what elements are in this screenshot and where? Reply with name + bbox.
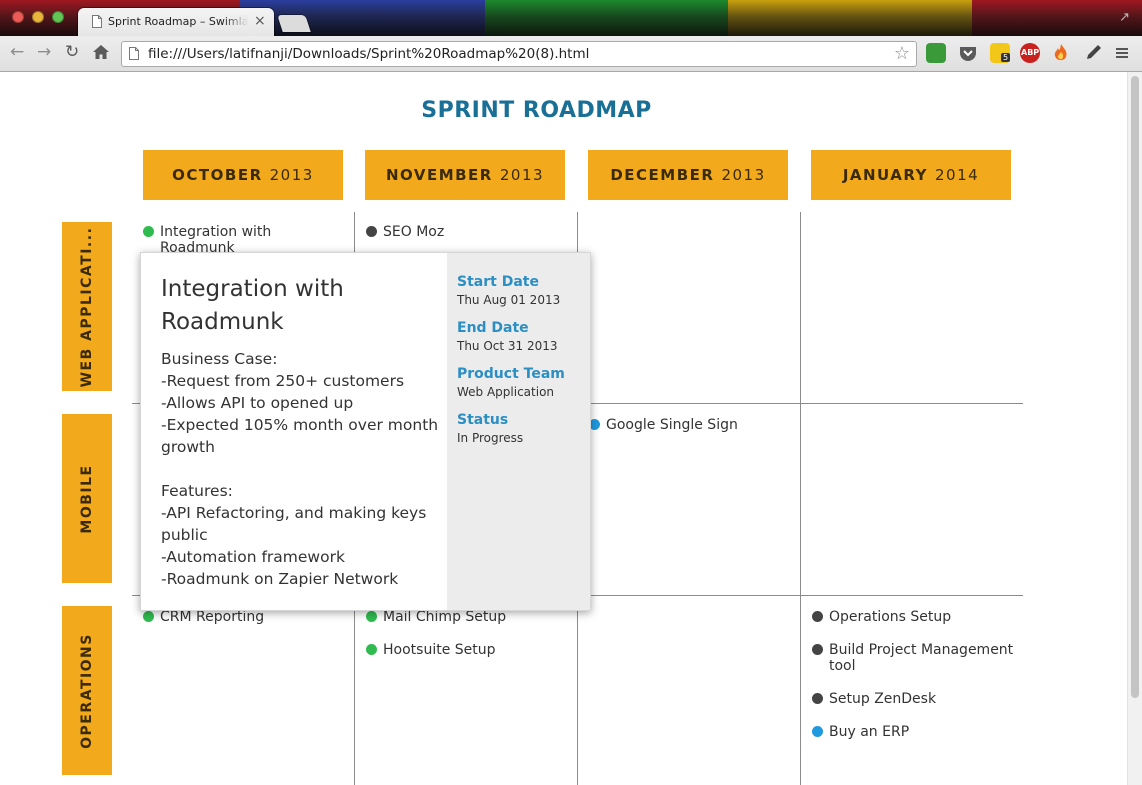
reload-icon[interactable]: ↻ — [65, 42, 79, 62]
document-icon — [92, 15, 102, 28]
description-line: Business Case: — [161, 350, 278, 368]
status-dot-blue — [812, 726, 823, 737]
roadmap-item-hootsuite-setup[interactable]: Hootsuite Setup — [366, 642, 566, 658]
url-text[interactable]: file:///Users/latifnanji/Downloads/Sprin… — [148, 46, 589, 62]
description-line: Features: — [161, 482, 233, 500]
vertical-scrollbar[interactable] — [1127, 72, 1142, 785]
page-title: SPRINT ROADMAP — [421, 98, 652, 123]
description-line — [161, 458, 441, 480]
flame-extension-icon[interactable] — [1051, 43, 1071, 63]
status-dot-green — [366, 644, 377, 655]
roadmap-item-buy-erp[interactable]: Buy an ERP — [812, 724, 1017, 740]
home-icon[interactable] — [92, 44, 110, 60]
forward-arrow-icon[interactable]: → — [37, 42, 51, 62]
start-date-label: Start Date — [457, 274, 539, 290]
lane-label-mobile[interactable]: MOBILE — [62, 414, 112, 583]
adblock-label: ABP — [1021, 48, 1040, 57]
browser-tab-strip: Sprint Roadmap – Swimlane × ↗ — [0, 0, 1142, 36]
grid-divider-dec-jan — [800, 212, 801, 785]
address-bar[interactable]: file:///Users/latifnanji/Downloads/Sprin… — [121, 41, 917, 67]
status-dot-green — [143, 611, 154, 622]
description-line: -Automation framework — [161, 548, 345, 566]
status-dot-dark — [812, 644, 823, 655]
description-line: -Request from 250+ customers — [161, 372, 405, 390]
page-icon — [129, 47, 139, 60]
bookmark-star-icon[interactable]: ☆ — [894, 43, 910, 64]
pocket-extension-icon[interactable] — [958, 43, 978, 63]
lane-label-operations[interactable]: OPERATIONS — [62, 606, 112, 775]
month-header-january: JANUARY 2014 — [811, 150, 1011, 200]
adblock-extension-icon[interactable]: ABP — [1020, 43, 1040, 63]
roadmap-item-seo-moz[interactable]: SEO Moz — [366, 224, 556, 240]
page-viewport: SPRINT ROADMAP OCTOBER 2013 NOVEMBER 2013 … — [0, 72, 1128, 785]
lane-label-web-application[interactable]: WEB APPLICATI... — [62, 222, 112, 391]
window-minimize-button[interactable] — [32, 11, 44, 23]
status-value: In Progress — [457, 431, 524, 445]
popover-description: Business Case: -Request from 250+ custom… — [161, 348, 441, 590]
start-date-value: Thu Aug 01 2013 — [457, 293, 561, 307]
roadmap-item-crm-reporting[interactable]: CRM Reporting — [143, 609, 343, 625]
window-close-button[interactable] — [12, 11, 24, 23]
back-arrow-icon[interactable]: ← — [10, 42, 24, 62]
extension-badge: 5 — [1001, 53, 1011, 62]
star-extension-icon[interactable]: 5 — [990, 43, 1011, 63]
tab-close-icon[interactable]: × — [254, 13, 266, 29]
browser-toolbar: ← → ↻ file:///Users/latifnanji/Downloads… — [0, 36, 1142, 72]
status-dot-green — [143, 226, 154, 237]
month-header-december: DECEMBER 2013 — [588, 150, 788, 200]
month-header-november: NOVEMBER 2013 — [365, 150, 565, 200]
end-date-value: Thu Oct 31 2013 — [457, 339, 558, 353]
fullscreen-icon[interactable]: ↗ — [1119, 10, 1130, 25]
evernote-extension-icon[interactable] — [926, 43, 946, 63]
status-dot-dark — [812, 693, 823, 704]
description-line: -Roadmunk on Zapier Network — [161, 570, 399, 588]
roadmap-item-build-pm-tool[interactable]: Build Project Management tool — [812, 642, 1017, 674]
description-line: -Expected 105% month over month growth — [161, 416, 439, 456]
roadmap-item-setup-zendesk[interactable]: Setup ZenDesk — [812, 691, 1017, 707]
window-zoom-button[interactable] — [52, 11, 64, 23]
end-date-label: End Date — [457, 320, 529, 336]
tab-title: Sprint Roadmap – Swimlane — [108, 15, 248, 28]
status-dot-dark — [812, 611, 823, 622]
roadmap-item-operations-setup[interactable]: Operations Setup — [812, 609, 1017, 625]
status-dot-green — [366, 611, 377, 622]
product-team-label: Product Team — [457, 366, 565, 382]
new-tab-button[interactable] — [277, 15, 311, 32]
description-line: -API Refactoring, and making keys public — [161, 504, 427, 544]
month-header-october: OCTOBER 2013 — [143, 150, 343, 200]
roadmap-item-mail-chimp-setup[interactable]: Mail Chimp Setup — [366, 609, 566, 625]
description-line: -Allows API to opened up — [161, 394, 354, 412]
scrollbar-thumb[interactable] — [1131, 76, 1139, 698]
roadmap-item-google-single-sign[interactable]: Google Single Sign — [589, 417, 789, 433]
browser-tab-active[interactable]: Sprint Roadmap – Swimlane × — [78, 8, 274, 36]
eyedropper-extension-icon[interactable] — [1083, 43, 1103, 63]
product-team-value: Web Application — [457, 385, 555, 399]
item-detail-popover[interactable]: Integration with Roadmunk Business Case:… — [140, 252, 591, 611]
status-label: Status — [457, 412, 509, 428]
menu-icon[interactable] — [1115, 46, 1129, 60]
popover-title: Integration with Roadmunk — [161, 276, 344, 335]
status-dot-dark — [366, 226, 377, 237]
